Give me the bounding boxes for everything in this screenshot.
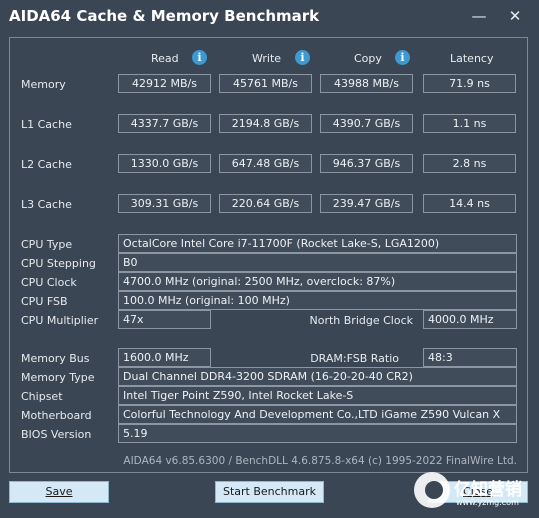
copyright-footer: AIDA64 v6.85.6300 / BenchDLL 4.6.875.8-x… — [123, 455, 517, 467]
l1-cache-label: L1 Cache — [21, 118, 72, 131]
memory-bus-value: 1600.0 MHz — [118, 348, 211, 367]
cpu-multiplier-label: CPU Multiplier — [21, 314, 99, 327]
watermark-text: 亿知营销 — [454, 480, 522, 500]
l2-latency-value: 2.8 ns — [423, 154, 516, 173]
chipset-label: Chipset — [21, 390, 63, 403]
cpu-type-label: CPU Type — [21, 238, 73, 251]
l2-write-value: 647.48 GB/s — [219, 154, 312, 173]
watermark: 亿知营销 www.yzmg.com — [412, 470, 536, 514]
l1-latency-value: 1.1 ns — [423, 114, 516, 133]
cpu-stepping-value: B0 — [118, 253, 517, 272]
cpu-fsb-label: CPU FSB — [21, 295, 68, 308]
start-benchmark-button-label: Start Benchmark — [222, 485, 317, 498]
memory-latency-value: 71.9 ns — [423, 74, 516, 93]
l2-copy-value: 946.37 GB/s — [320, 154, 413, 173]
motherboard-value: Colorful Technology And Development Co.,… — [118, 405, 517, 424]
cpu-type-value: OctalCore Intel Core i7-11700F (Rocket L… — [118, 234, 517, 253]
cpu-clock-value: 4700.0 MHz (original: 2500 MHz, overcloc… — [118, 272, 517, 291]
read-info-icon[interactable]: i — [192, 50, 207, 65]
copy-info-icon[interactable]: i — [395, 50, 410, 65]
l2-cache-label: L2 Cache — [21, 158, 72, 171]
l1-write-value: 2194.8 GB/s — [219, 114, 312, 133]
chipset-value: Intel Tiger Point Z590, Intel Rocket Lak… — [118, 386, 517, 405]
l1-read-value: 4337.7 GB/s — [118, 114, 211, 133]
cpu-fsb-value: 100.0 MHz (original: 100 MHz) — [118, 291, 517, 310]
north-bridge-clock-value: 4000.0 MHz — [423, 310, 517, 329]
l3-write-value: 220.64 GB/s — [219, 194, 312, 213]
l3-copy-value: 239.47 GB/s — [320, 194, 413, 213]
north-bridge-clock-label: North Bridge Clock — [309, 314, 413, 327]
cpu-clock-label: CPU Clock — [21, 276, 77, 289]
l2-read-value: 1330.0 GB/s — [118, 154, 211, 173]
window-title: AIDA64 Cache & Memory Benchmark — [9, 7, 320, 25]
start-benchmark-button[interactable]: Start Benchmark — [215, 481, 324, 503]
l3-read-value: 309.31 GB/s — [118, 194, 211, 213]
latency-header: Latency — [450, 52, 494, 65]
watermark-logo-icon — [414, 472, 450, 508]
read-header: Read — [151, 52, 179, 65]
memory-read-value: 42912 MB/s — [118, 74, 211, 93]
memory-type-value: Dual Channel DDR4-3200 SDRAM (16-20-20-4… — [118, 367, 517, 386]
close-icon[interactable]: ✕ — [503, 4, 527, 28]
cpu-stepping-label: CPU Stepping — [21, 257, 96, 270]
dram-fsb-ratio-value: 48:3 — [423, 348, 517, 367]
write-header: Write — [252, 52, 282, 65]
cpu-multiplier-value: 47x — [118, 310, 211, 329]
dram-fsb-ratio-label: DRAM:FSB Ratio — [310, 352, 399, 365]
l1-copy-value: 4390.7 GB/s — [320, 114, 413, 133]
save-button[interactable]: Save — [9, 481, 109, 503]
l3-cache-label: L3 Cache — [21, 198, 72, 211]
copy-header: Copy — [354, 52, 382, 65]
memory-type-label: Memory Type — [21, 371, 95, 384]
memory-bus-label: Memory Bus — [21, 352, 90, 365]
bios-version-value: 5.19 — [118, 424, 517, 443]
title-bar: AIDA64 Cache & Memory Benchmark — ✕ — [0, 0, 539, 34]
write-info-icon[interactable]: i — [295, 50, 310, 65]
bios-version-label: BIOS Version — [21, 428, 92, 441]
memory-write-value: 45761 MB/s — [219, 74, 312, 93]
save-button-label: Save — [45, 485, 73, 498]
memory-copy-value: 43988 MB/s — [320, 74, 413, 93]
motherboard-label: Motherboard — [21, 409, 92, 422]
minimize-icon[interactable]: — — [467, 4, 491, 28]
watermark-url: www.yzmg.com — [456, 498, 519, 507]
memory-label: Memory — [21, 78, 66, 91]
l3-latency-value: 14.4 ns — [423, 194, 516, 213]
